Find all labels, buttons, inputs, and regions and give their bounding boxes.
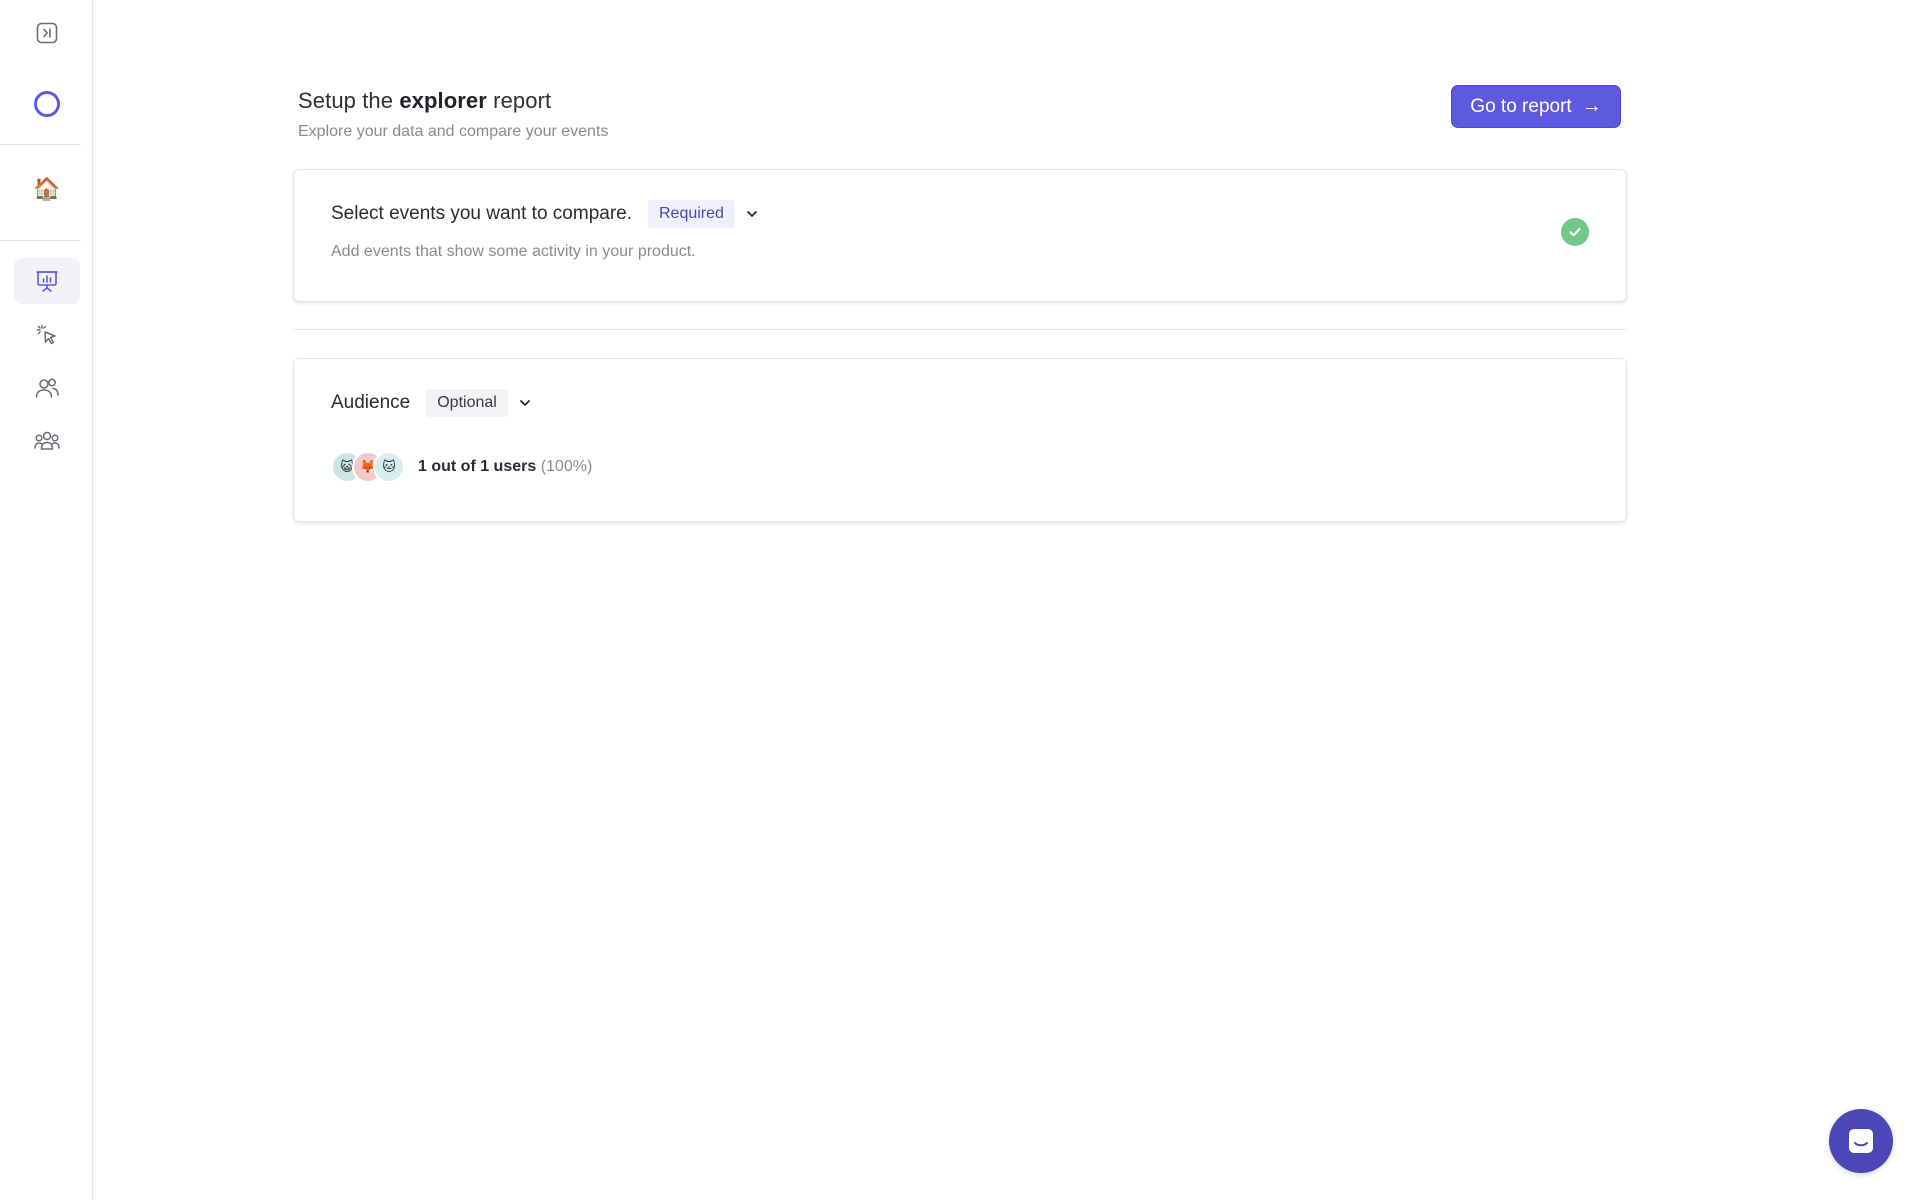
required-badge: Required [648,200,735,228]
house-emoji-icon: 🏠 [33,176,61,201]
audience-card: Audience Optional 😺 🦊 🐱 1 out of 1 users… [293,358,1627,522]
chevron-down-icon [747,211,757,217]
page-header: Setup the explorer report Explore your d… [298,88,608,141]
events-card-description: Add events that show some activity in yo… [331,243,696,260]
go-to-report-button[interactable]: Go to report → [1451,85,1621,128]
groups-icon [34,431,60,450]
sidebar-divider [0,144,81,145]
chat-icon [1849,1129,1873,1153]
sidebar-item-reports[interactable] [14,258,80,304]
events-card-title: Select events you want to compare. [331,203,632,224]
optional-badge: Optional [426,389,508,417]
click-pointer-icon [36,324,56,345]
chevron-down-icon [519,400,530,406]
sidebar-item-users[interactable] [14,365,80,411]
check-circle-icon [1561,218,1589,246]
audience-expand-chevron[interactable] [518,396,532,410]
workspace-logo-button[interactable] [14,81,80,127]
go-to-report-label: Go to report [1470,95,1572,117]
audience-card-title: Audience [331,392,411,413]
audience-summary: 😺 🦊 🐱 1 out of 1 users (100%) [331,451,592,483]
avatar-stack: 😺 🦊 🐱 [331,451,405,483]
sidebar-toggle-button[interactable] [14,10,80,56]
section-divider [293,329,1627,330]
sidebar-expand-icon [36,22,58,44]
loading-ring-icon [34,91,60,117]
events-expand-chevron[interactable] [745,207,759,221]
users-icon [35,378,59,398]
sidebar-item-home[interactable]: 🏠 [14,166,80,212]
sidebar: 🏠 [0,0,93,1200]
arrow-right-icon: → [1581,95,1602,117]
sidebar-item-groups[interactable] [14,418,80,464]
events-card: Select events you want to compare. Requi… [293,169,1627,302]
presentation-chart-icon [36,271,58,292]
sidebar-item-events[interactable] [14,312,80,358]
page-title: Setup the explorer report [298,88,552,113]
sidebar-divider [0,240,81,241]
avatar: 🐱 [373,451,405,483]
chat-launcher-button[interactable] [1829,1109,1893,1173]
page-subtitle: Explore your data and compare your event… [298,123,609,140]
audience-count: 1 out of 1 users (100%) [418,458,593,475]
